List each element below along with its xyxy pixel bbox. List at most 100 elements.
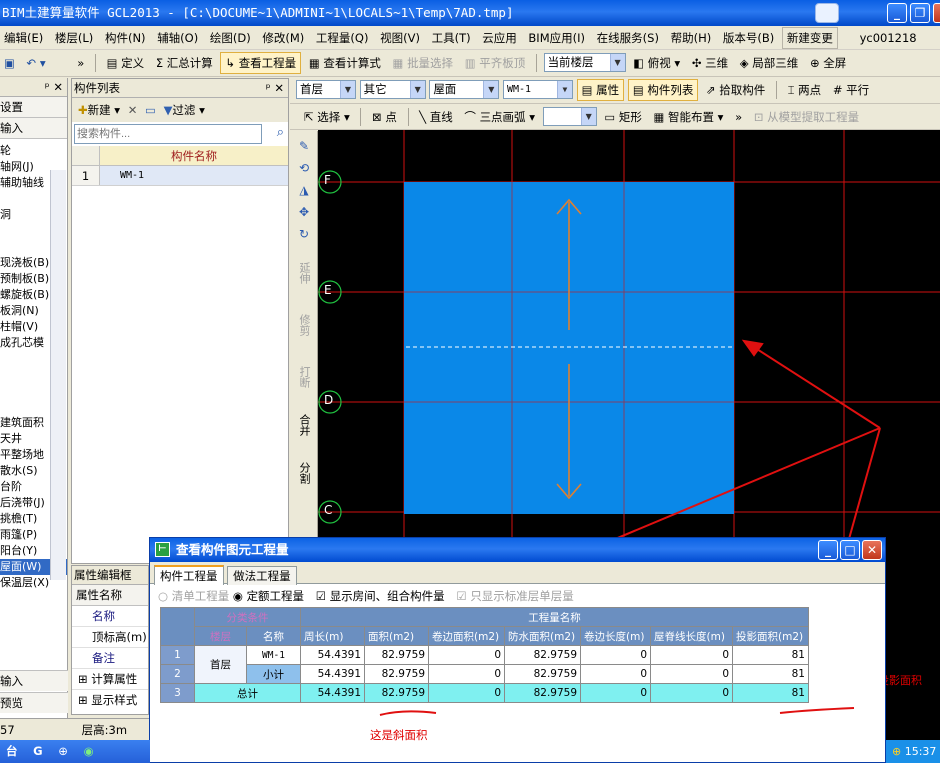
move-icon[interactable]: ✥ bbox=[291, 205, 317, 219]
menu-help[interactable]: 帮助(H) bbox=[667, 26, 716, 49]
minimize-button[interactable]: _ bbox=[887, 3, 907, 23]
display-style-group[interactable]: ⊞ 显示样式 bbox=[72, 690, 148, 710]
rotate-icon[interactable]: ↻ bbox=[291, 227, 317, 241]
menu-aux-axis[interactable]: 辅轴(O) bbox=[153, 26, 202, 49]
view-formula-button[interactable]: ▦ 查看计算式 bbox=[305, 51, 385, 75]
mirror-icon[interactable]: ◮ bbox=[291, 183, 317, 197]
menu-online[interactable]: 在线服务(S) bbox=[593, 26, 663, 49]
component-select[interactable]: WM-1 ▼ bbox=[502, 80, 573, 99]
batch-select-button[interactable]: ▦ 批量选择 bbox=[389, 51, 458, 75]
pick-button[interactable]: ⇗ 拾取构件 bbox=[702, 78, 769, 102]
quota-qty-radio[interactable]: ◉ 定额工程量 bbox=[233, 589, 304, 603]
menu-bim[interactable]: BIM应用(I) bbox=[524, 26, 589, 49]
app-icon[interactable]: ⊕ bbox=[58, 744, 68, 758]
properties-button[interactable]: ▤ 属性 bbox=[576, 79, 625, 101]
menu-floor[interactable]: 楼层(L) bbox=[51, 26, 97, 49]
list-qty-radio[interactable]: ○ 清单工程量 bbox=[158, 589, 229, 603]
dialog-minimize-button[interactable]: _ bbox=[818, 540, 838, 560]
input-item[interactable]: 输入 bbox=[0, 118, 67, 139]
current-floor-select[interactable]: 当前楼层 ▼ bbox=[543, 53, 626, 72]
menu-modify[interactable]: 修改(M) bbox=[258, 26, 308, 49]
brush-icon[interactable]: ✎ bbox=[291, 139, 317, 153]
menu-cloud[interactable]: 云应用 bbox=[478, 26, 521, 49]
close-icon[interactable]: ᵖ ✕ bbox=[266, 79, 284, 97]
close-button[interactable] bbox=[933, 3, 940, 23]
filter-button[interactable]: ▼过滤 ▾ bbox=[164, 103, 205, 117]
tree-item[interactable]: 轮 bbox=[0, 143, 67, 159]
two-points-button[interactable]: ⌶ 两点 bbox=[784, 78, 826, 102]
type-select[interactable]: 其它 ▼ bbox=[359, 80, 426, 99]
new-button[interactable]: ✚新建 ▾ bbox=[78, 103, 120, 117]
help-icon[interactable] bbox=[815, 3, 839, 23]
quantity-table: 分类条件 工程量名称 楼层 名称 周长(m) 面积(m2) 卷边面积(m2) 防… bbox=[160, 607, 809, 703]
browser-icon[interactable]: G bbox=[33, 744, 42, 758]
component-toolbar: 首层 ▼ 其它 ▼ 屋面 ▼ WM-1 ▼ ▤ 属性 ▤ 构件列表 ⇗ 拾取构件 ⌶ 两… bbox=[290, 78, 940, 104]
calc-props-group[interactable]: ⊞ 计算属性 bbox=[72, 669, 148, 690]
save-icon[interactable]: ▣ bbox=[0, 51, 19, 75]
tab-method-qty[interactable]: 做法工程量 bbox=[227, 566, 297, 585]
menu-view[interactable]: 视图(V) bbox=[376, 26, 424, 49]
local-3d-button[interactable]: ◈ 局部三维 bbox=[736, 51, 803, 75]
show-rooms-checkbox[interactable]: ☑ 显示房间、组合构件量 bbox=[316, 589, 445, 603]
top-view-button[interactable]: ◧ 俯视 ▾ bbox=[629, 51, 684, 75]
3d-button[interactable]: ✣ 三维 bbox=[688, 51, 732, 75]
tray-plus-icon[interactable]: ⊕ bbox=[892, 745, 901, 758]
col-name: 名称 bbox=[246, 626, 301, 646]
menu-draw[interactable]: 绘图(D) bbox=[206, 26, 255, 49]
app-icon[interactable]: ◉ bbox=[84, 744, 94, 758]
rect-button[interactable]: ▭ 矩形 bbox=[600, 105, 646, 129]
dialog-maximize-button[interactable]: □ bbox=[840, 540, 860, 560]
floor-select[interactable]: 首层 ▼ bbox=[296, 80, 356, 99]
define-button[interactable]: ▤ 定义 bbox=[103, 51, 149, 75]
parallel-button[interactable]: # 平行 bbox=[829, 78, 873, 102]
menu-edit[interactable]: 编辑(E) bbox=[0, 26, 47, 49]
view-quantity-button[interactable]: ↳ 查看工程量 bbox=[220, 52, 302, 74]
select-button[interactable]: ⇱ 选择 ▾ bbox=[300, 105, 354, 129]
start-icon[interactable]: 台 bbox=[6, 743, 18, 759]
point-button[interactable]: ⊠ 点 bbox=[368, 105, 401, 129]
category-select[interactable]: 屋面 ▼ bbox=[429, 80, 500, 99]
delete-icon[interactable]: ✕ bbox=[128, 103, 138, 117]
extract-qty-button[interactable]: ⊡ 从模型提取工程量 bbox=[750, 105, 863, 129]
break-button[interactable]: 打断 bbox=[291, 357, 318, 397]
split-button[interactable]: 分割 bbox=[291, 455, 318, 491]
left-scrollbar[interactable] bbox=[50, 170, 66, 580]
std-floor-checkbox[interactable]: ☑ 只显示标准层单层量 bbox=[456, 589, 573, 603]
header-qty-names: 工程量名称 bbox=[300, 607, 809, 627]
calc-button[interactable]: Σ 汇总计算 bbox=[152, 51, 217, 75]
table-row[interactable]: 1 WM-1 bbox=[72, 166, 288, 186]
dialog-close-button[interactable]: ✕ bbox=[862, 540, 882, 560]
tab-component-qty[interactable]: 构件工程量 bbox=[154, 565, 224, 585]
dialog-app-icon: ⊢ bbox=[155, 542, 170, 557]
menu-version[interactable]: 版本号(B) bbox=[719, 26, 778, 49]
prop-name[interactable]: 名称 bbox=[72, 606, 148, 627]
table-row[interactable]: 3 总计 54.4391 82.9759 0 82.9759 0 0 81 bbox=[160, 683, 809, 703]
menu-new-change[interactable]: 新建变更 bbox=[781, 27, 838, 49]
smart-layout-button[interactable]: ▦ 智能布置 ▾ bbox=[650, 105, 728, 129]
copy-icon[interactable]: ▭ bbox=[145, 103, 156, 117]
menu-component[interactable]: 构件(N) bbox=[101, 26, 150, 49]
search-icon[interactable]: ⌕ bbox=[277, 125, 284, 140]
arc-button[interactable]: ⌒ 三点画弧 ▾ bbox=[460, 105, 539, 129]
prop-top-elevation[interactable]: 顶标高(m) bbox=[72, 627, 148, 648]
restore-button[interactable]: ❐ bbox=[910, 3, 930, 23]
table-row[interactable]: 2 小计 54.4391 82.9759 0 82.9759 0 0 81 bbox=[160, 664, 809, 684]
line-button[interactable]: ╲ 直线 bbox=[415, 105, 457, 129]
axis-label-D: D bbox=[324, 393, 334, 407]
copy-icon[interactable]: ⟲ bbox=[291, 161, 317, 175]
arc-mode-select[interactable]: ▼ bbox=[542, 107, 597, 126]
component-search-input[interactable] bbox=[74, 124, 262, 144]
component-list-button[interactable]: ▤ 构件列表 bbox=[627, 79, 699, 101]
slope-area-annotation: 这是斜面积 bbox=[370, 728, 428, 742]
menu-quantity[interactable]: 工程量(Q) bbox=[312, 26, 373, 49]
undo-icon[interactable]: ↶ ▾ bbox=[23, 51, 50, 75]
align-top-button[interactable]: ▥ 平齐板顶 bbox=[461, 51, 530, 75]
trim-button[interactable]: 修剪 bbox=[291, 305, 318, 345]
table-row[interactable]: 1 首层 WM-1 54.4391 82.9759 0 82.9759 0 0 … bbox=[160, 645, 809, 684]
fullscreen-button[interactable]: ⊕ 全屏 bbox=[806, 51, 850, 75]
prop-remark[interactable]: 备注 bbox=[72, 648, 148, 669]
settings-item[interactable]: 设置 bbox=[0, 97, 67, 118]
extend-button[interactable]: 延伸 bbox=[291, 253, 318, 293]
merge-button[interactable]: 合并 bbox=[291, 407, 318, 443]
menu-tools[interactable]: 工具(T) bbox=[428, 26, 475, 49]
